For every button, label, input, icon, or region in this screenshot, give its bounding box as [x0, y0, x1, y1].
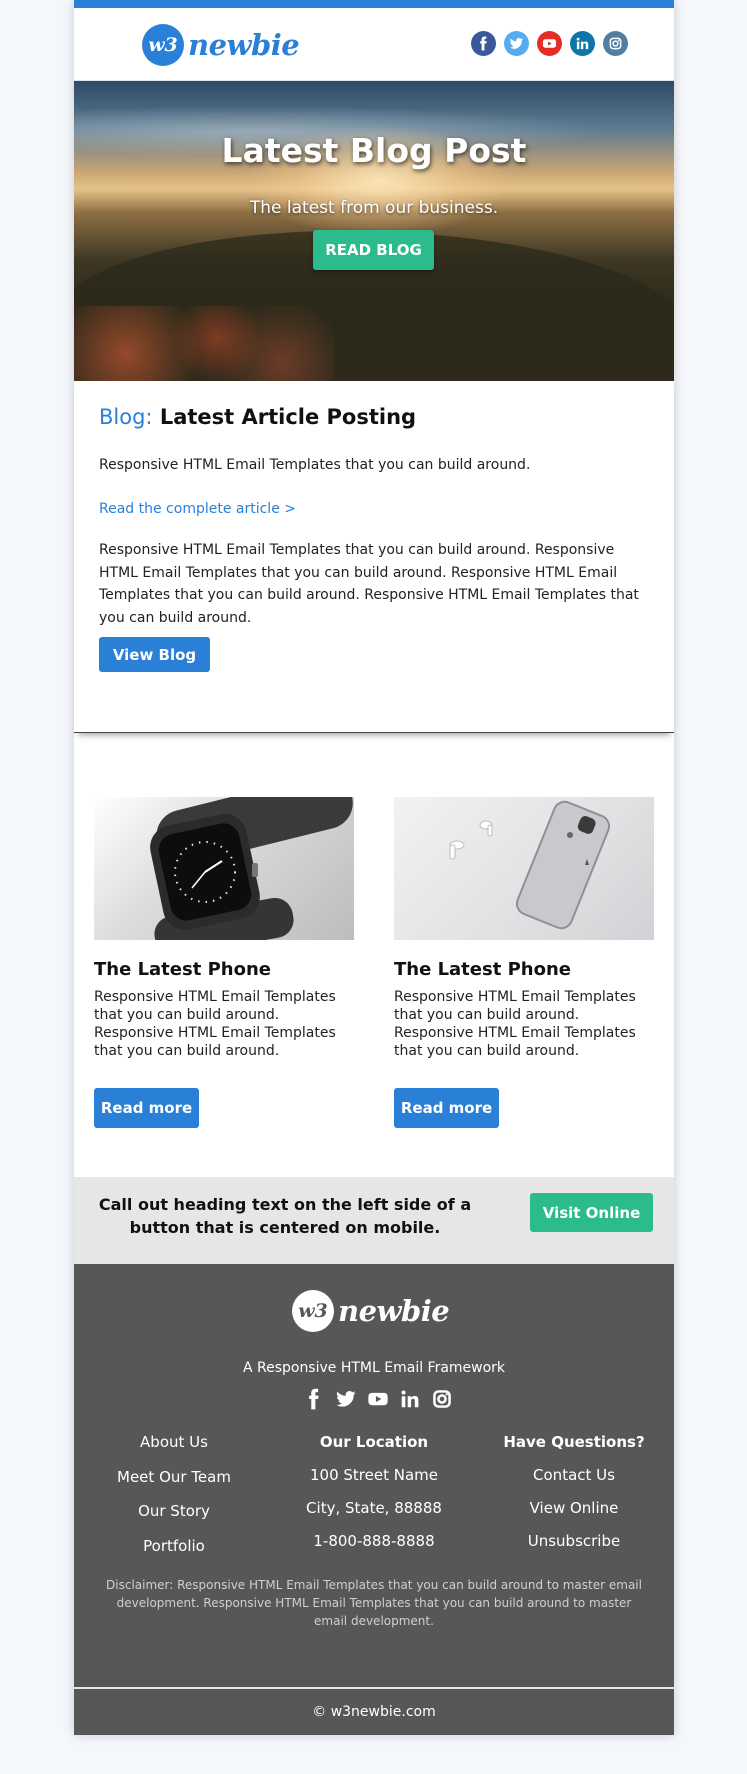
linkedin-icon[interactable] — [570, 31, 595, 56]
linkedin-icon[interactable] — [399, 1388, 421, 1414]
footer-social-links — [303, 1388, 453, 1414]
footer-logo[interactable]: w3 newbie — [292, 1290, 450, 1332]
instagram-icon[interactable] — [431, 1388, 453, 1414]
hero-subtitle: The latest from our business. — [249, 198, 499, 218]
logo-wordmark: newbie — [338, 1294, 450, 1328]
footer-link-our-story[interactable]: Our Story — [74, 1501, 274, 1536]
footer: w3 newbie A Responsive HTML Email Framew… — [74, 1264, 674, 1687]
read-article-link[interactable]: Read the complete article > — [99, 501, 296, 517]
callout-bar: Call out heading text on the left side o… — [74, 1177, 674, 1264]
phone-product-image[interactable] — [394, 797, 654, 940]
hero-title: Latest Blog Post — [221, 131, 527, 170]
header-social-links — [471, 31, 628, 56]
copyright-text[interactable]: © w3newbie.com — [312, 1704, 435, 1720]
top-accent-bar — [74, 0, 674, 8]
email-container: w3 newbie Latest Blog Post The latest fr… — [74, 0, 674, 1735]
footer-phone[interactable]: 1-800-888-8888 — [274, 1531, 474, 1564]
watch-product-image[interactable] — [94, 797, 354, 940]
visit-online-button[interactable]: Visit Online — [530, 1193, 653, 1232]
email-header: w3 newbie — [74, 8, 674, 81]
copyright-bar: © w3newbie.com — [74, 1687, 674, 1735]
product-title: The Latest Phone — [394, 959, 571, 980]
footer-location-heading: Our Location — [319, 1433, 429, 1451]
footer-questions-heading: Have Questions? — [503, 1433, 645, 1451]
product-card: The Latest Phone Responsive HTML Email T… — [94, 797, 354, 1128]
footer-link-unsubscribe[interactable]: Unsubscribe — [474, 1531, 674, 1564]
hero-flowers — [74, 306, 334, 381]
article-heading: Blog: Latest Article Posting — [99, 405, 416, 429]
product-description: Responsive HTML Email Templates that you… — [394, 989, 636, 1059]
products-section: The Latest Phone Responsive HTML Email T… — [74, 733, 674, 1177]
read-blog-button[interactable]: READ BLOG — [313, 230, 434, 270]
article-label: Blog: — [99, 405, 153, 429]
product-description: Responsive HTML Email Templates that you… — [94, 989, 336, 1059]
logo-mark: w3 — [142, 24, 184, 66]
footer-column-questions: Have Questions? Contact Us View Online U… — [474, 1432, 674, 1564]
footer-link-about-us[interactable]: About Us — [74, 1432, 274, 1467]
article-intro: Responsive HTML Email Templates that you… — [99, 457, 531, 473]
article-section: Blog: Latest Article Posting Responsive … — [74, 381, 674, 733]
footer-column-location: Our Location 100 Street Name City, State… — [274, 1432, 474, 1564]
logo-mark: w3 — [292, 1290, 334, 1332]
instagram-icon[interactable] — [603, 31, 628, 56]
youtube-icon[interactable] — [537, 31, 562, 56]
footer-address-street: 100 Street Name — [310, 1466, 438, 1484]
callout-heading: Call out heading text on the left side o… — [98, 1195, 472, 1237]
footer-tagline: A Responsive HTML Email Framework — [242, 1360, 506, 1376]
youtube-icon[interactable] — [367, 1388, 389, 1414]
article-body: Responsive HTML Email Templates that you… — [99, 542, 639, 626]
product-card: The Latest Phone Responsive HTML Email T… — [394, 797, 654, 1128]
article-title: Latest Article Posting — [159, 405, 417, 429]
footer-link-portfolio[interactable]: Portfolio — [74, 1536, 274, 1571]
facebook-icon[interactable] — [303, 1388, 325, 1414]
brand-logo[interactable]: w3 newbie — [142, 24, 300, 66]
product-title: The Latest Phone — [94, 959, 271, 980]
logo-wordmark: newbie — [188, 28, 300, 62]
hero-banner: Latest Blog Post The latest from our bus… — [74, 81, 674, 381]
footer-column-about: About Us Meet Our Team Our Story Portfol… — [74, 1432, 274, 1570]
footer-disclaimer: Disclaimer: Responsive HTML Email Templa… — [106, 1578, 642, 1628]
view-blog-button[interactable]: View Blog — [99, 637, 210, 672]
facebook-icon[interactable] — [471, 31, 496, 56]
twitter-icon[interactable] — [335, 1388, 357, 1414]
read-more-button[interactable]: Read more — [94, 1088, 199, 1128]
footer-link-meet-our-team[interactable]: Meet Our Team — [74, 1467, 274, 1502]
footer-link-view-online[interactable]: View Online — [474, 1498, 674, 1531]
footer-address-city: City, State, 88888 — [306, 1499, 442, 1517]
read-more-button[interactable]: Read more — [394, 1088, 499, 1128]
twitter-icon[interactable] — [504, 31, 529, 56]
footer-link-contact-us[interactable]: Contact Us — [474, 1465, 674, 1498]
